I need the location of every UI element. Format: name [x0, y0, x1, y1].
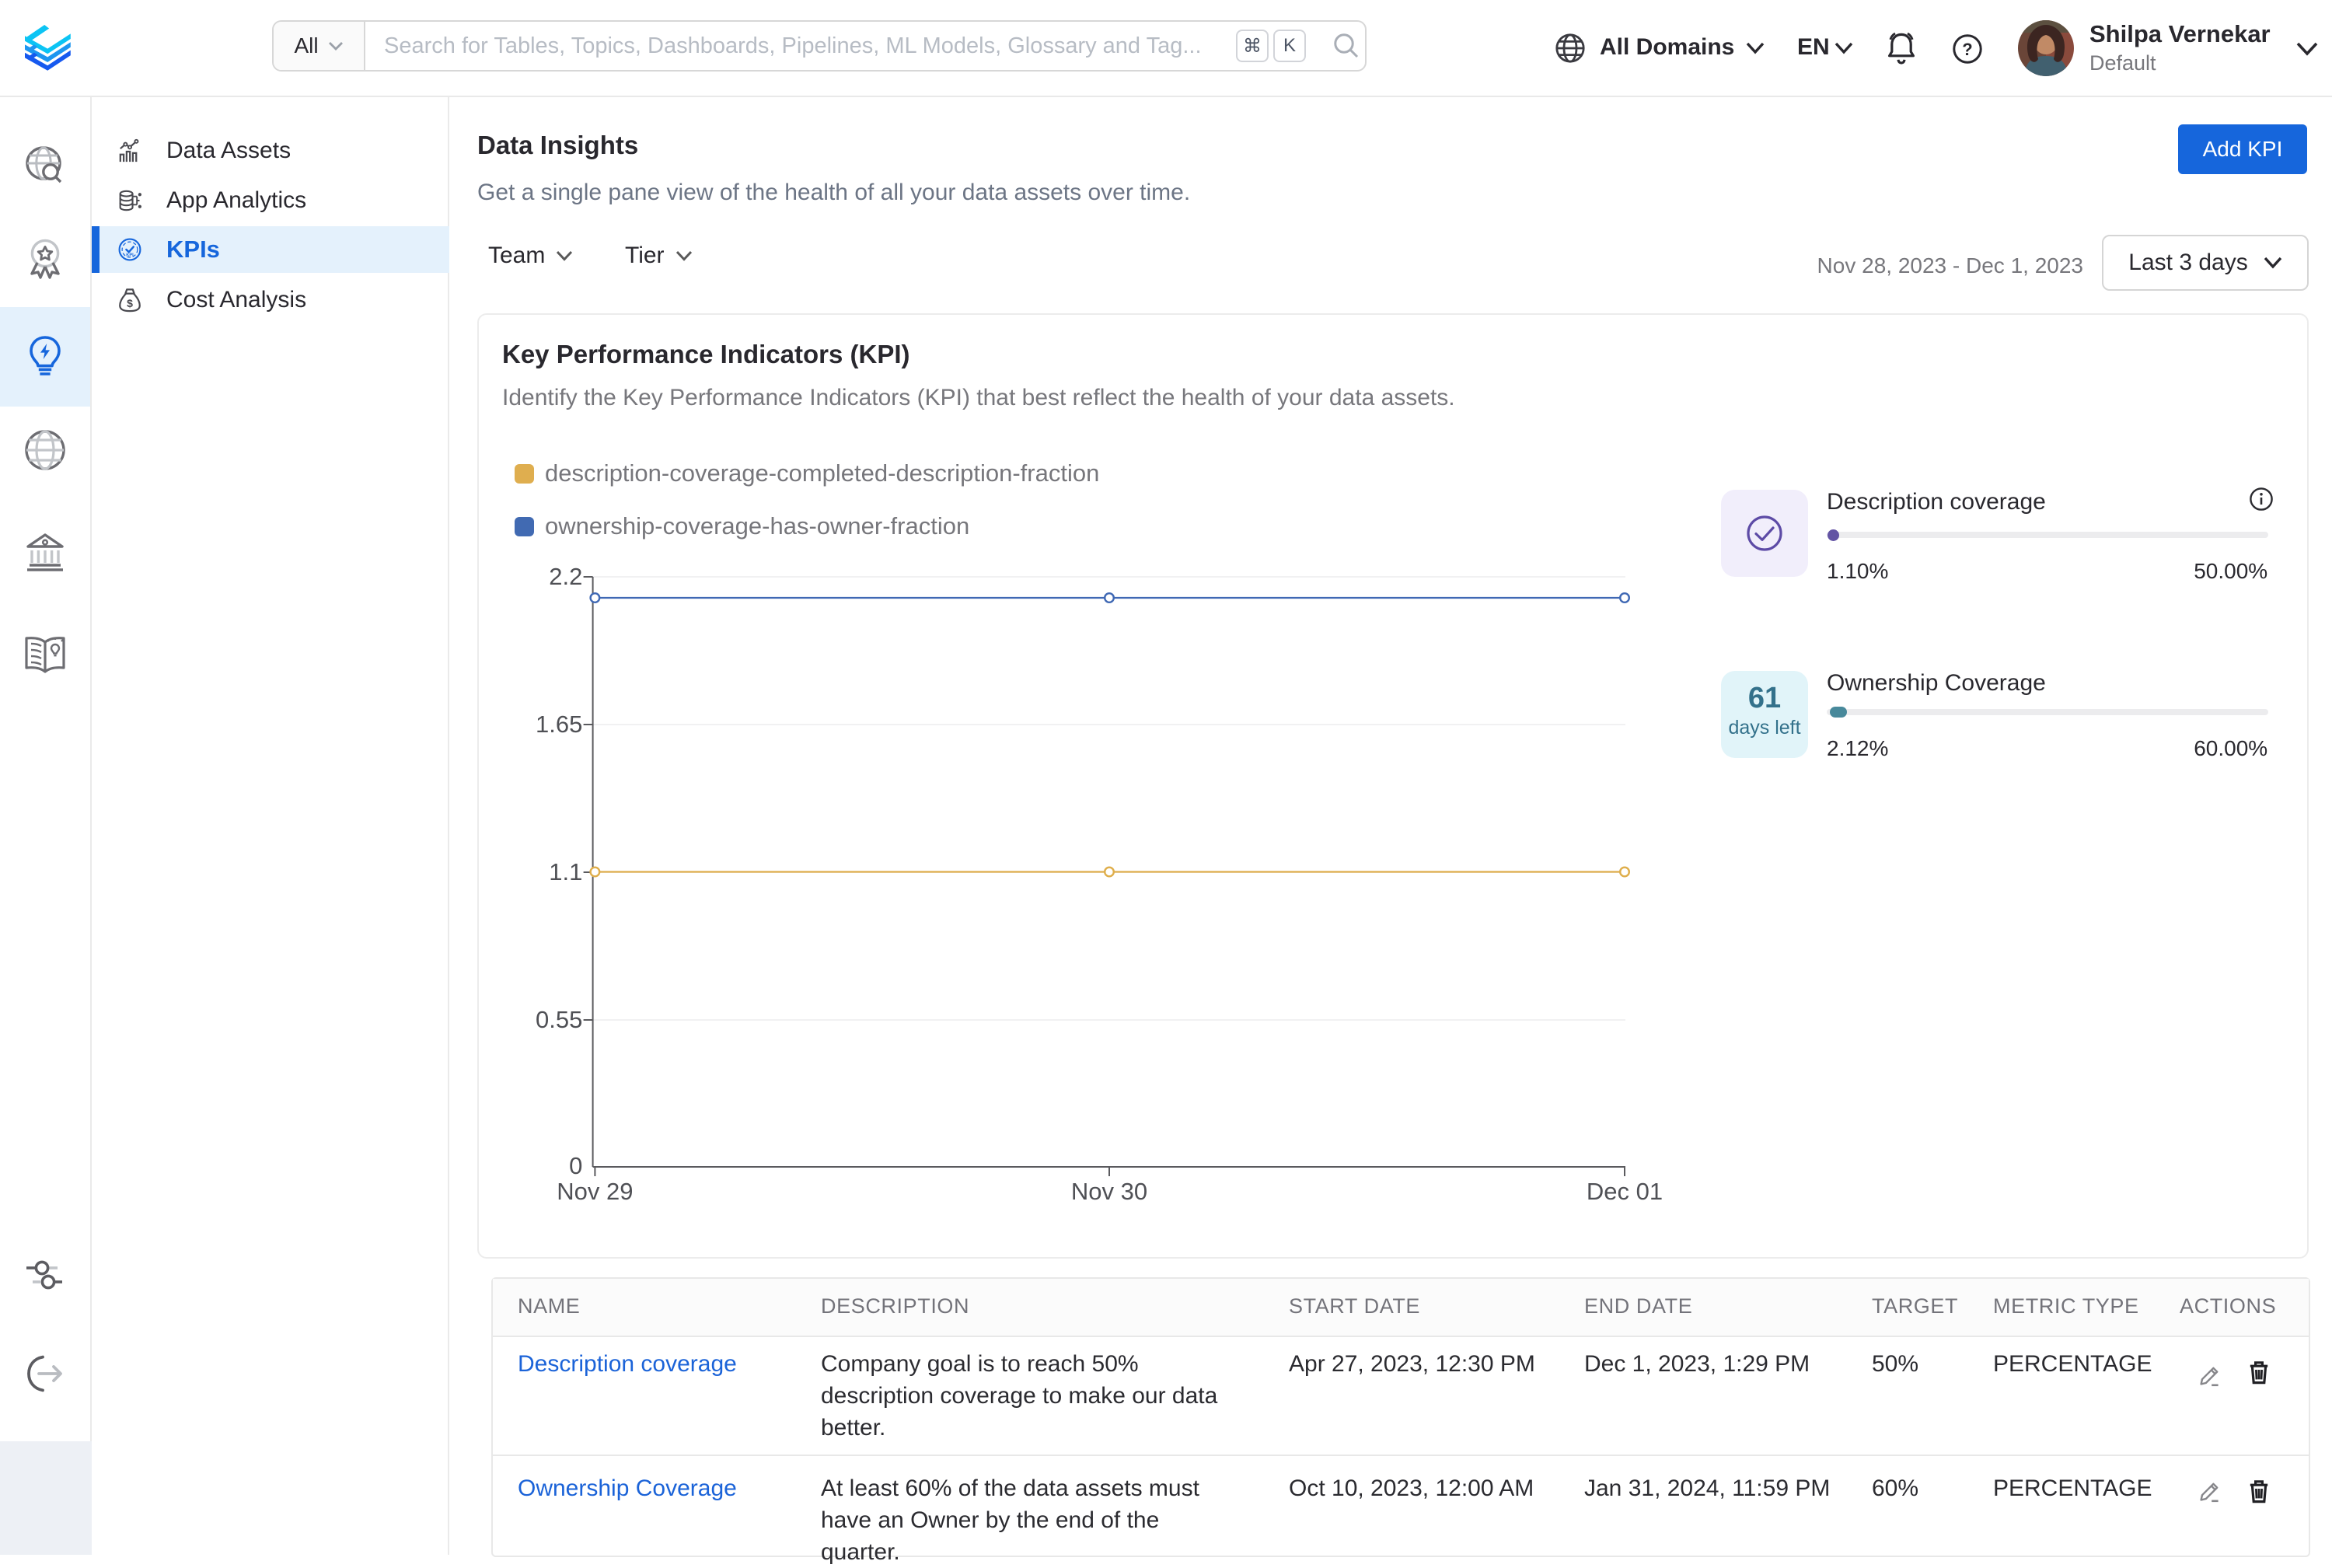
- svg-text:1.1: 1.1: [549, 858, 582, 885]
- svg-text:0: 0: [569, 1152, 582, 1179]
- svg-text:1.65: 1.65: [536, 711, 582, 738]
- svg-text:?: ?: [1962, 40, 1972, 59]
- svg-text:$: $: [127, 297, 133, 309]
- svg-text:KPI: KPI: [126, 253, 134, 258]
- svg-text:Nov 30: Nov 30: [1071, 1178, 1147, 1205]
- svg-text:2.2: 2.2: [549, 563, 582, 590]
- svg-text:0.55: 0.55: [536, 1006, 582, 1033]
- svg-text:Dec 01: Dec 01: [1587, 1178, 1663, 1205]
- svg-text:Nov 29: Nov 29: [557, 1178, 633, 1205]
